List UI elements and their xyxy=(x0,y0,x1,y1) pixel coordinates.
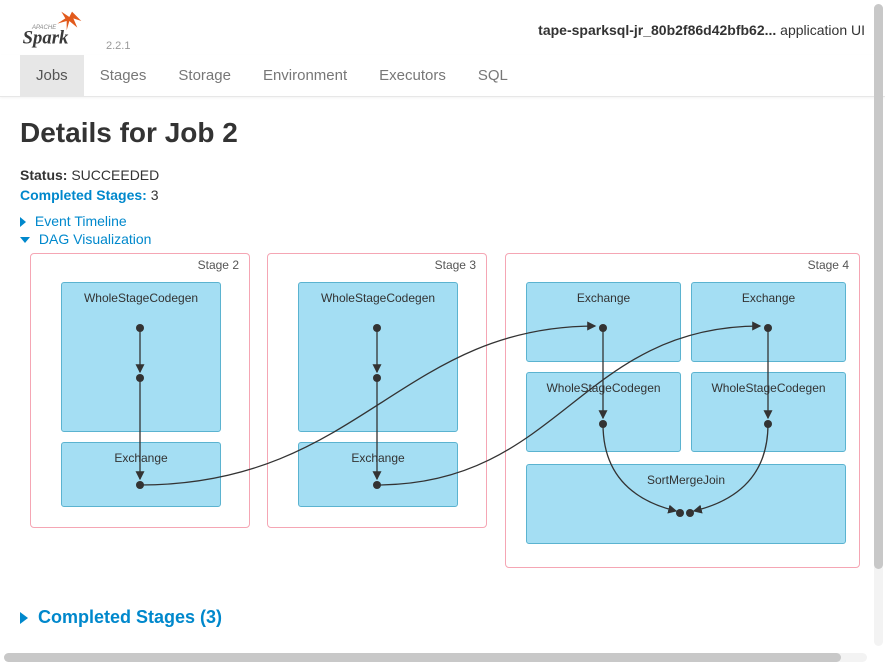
caret-right-icon xyxy=(20,217,26,227)
tab-stages[interactable]: Stages xyxy=(84,55,163,96)
app-name: tape-sparksql-jr_80b2f86d42bfb62... appl… xyxy=(538,22,865,38)
stage-box-3[interactable]: Stage 3 WholeStageCodegen Exchange xyxy=(267,253,487,528)
navbar: APACHE Spark 2.2.1 tape-sparksql-jr_80b2… xyxy=(0,0,885,55)
node-exchange[interactable]: Exchange xyxy=(61,442,221,507)
spark-logo: APACHE Spark xyxy=(20,9,100,49)
caret-down-icon xyxy=(20,237,30,243)
page-title: Details for Job 2 xyxy=(20,117,865,149)
status-label: Status: xyxy=(20,167,67,183)
tab-sql[interactable]: SQL xyxy=(462,55,524,96)
completed-stages-link[interactable]: Completed Stages: xyxy=(20,187,147,203)
scrollbar-horizontal[interactable] xyxy=(4,653,867,662)
scrollbar-vertical[interactable] xyxy=(874,4,883,646)
stage-label: Stage 2 xyxy=(198,258,239,272)
completed-count: 3 xyxy=(151,187,159,203)
tab-storage[interactable]: Storage xyxy=(162,55,247,96)
version-label: 2.2.1 xyxy=(106,40,130,52)
node-sortmergejoin[interactable]: SortMergeJoin xyxy=(526,464,846,544)
status-value: SUCCEEDED xyxy=(71,167,159,183)
scrollbar-thumb[interactable] xyxy=(4,653,841,662)
dag-visualization: Stage 2 WholeStageCodegen Exchange Stage… xyxy=(20,253,865,583)
node-wholestagecodegen[interactable]: WholeStageCodegen xyxy=(526,372,681,452)
stage-box-2[interactable]: Stage 2 WholeStageCodegen Exchange xyxy=(30,253,250,528)
node-exchange[interactable]: Exchange xyxy=(526,282,681,362)
dag-viz-toggle[interactable]: DAG Visualization xyxy=(20,231,865,247)
nav-tabs: Jobs Stages Storage Environment Executor… xyxy=(0,55,885,97)
scrollbar-thumb[interactable] xyxy=(874,4,883,569)
caret-right-icon xyxy=(20,612,28,624)
tab-jobs[interactable]: Jobs xyxy=(20,55,84,96)
node-exchange[interactable]: Exchange xyxy=(298,442,458,507)
stage-label: Stage 4 xyxy=(808,258,849,272)
tab-executors[interactable]: Executors xyxy=(363,55,462,96)
stage-label: Stage 3 xyxy=(435,258,476,272)
node-wholestagecodegen[interactable]: WholeStageCodegen xyxy=(691,372,846,452)
svg-text:Spark: Spark xyxy=(23,27,69,48)
node-wholestagecodegen[interactable]: WholeStageCodegen xyxy=(298,282,458,432)
event-timeline-toggle[interactable]: Event Timeline xyxy=(20,213,865,229)
node-wholestagecodegen[interactable]: WholeStageCodegen xyxy=(61,282,221,432)
status-line: Status: SUCCEEDED xyxy=(20,167,865,183)
stage-box-4[interactable]: Stage 4 Exchange Exchange WholeStageCode… xyxy=(505,253,860,568)
tab-environment[interactable]: Environment xyxy=(247,55,363,96)
node-exchange[interactable]: Exchange xyxy=(691,282,846,362)
completed-stages-line: Completed Stages: 3 xyxy=(20,187,865,203)
brand[interactable]: APACHE Spark 2.2.1 xyxy=(20,9,130,52)
completed-stages-section[interactable]: Completed Stages (3) xyxy=(20,607,865,628)
content: Details for Job 2 Status: SUCCEEDED Comp… xyxy=(0,97,885,650)
